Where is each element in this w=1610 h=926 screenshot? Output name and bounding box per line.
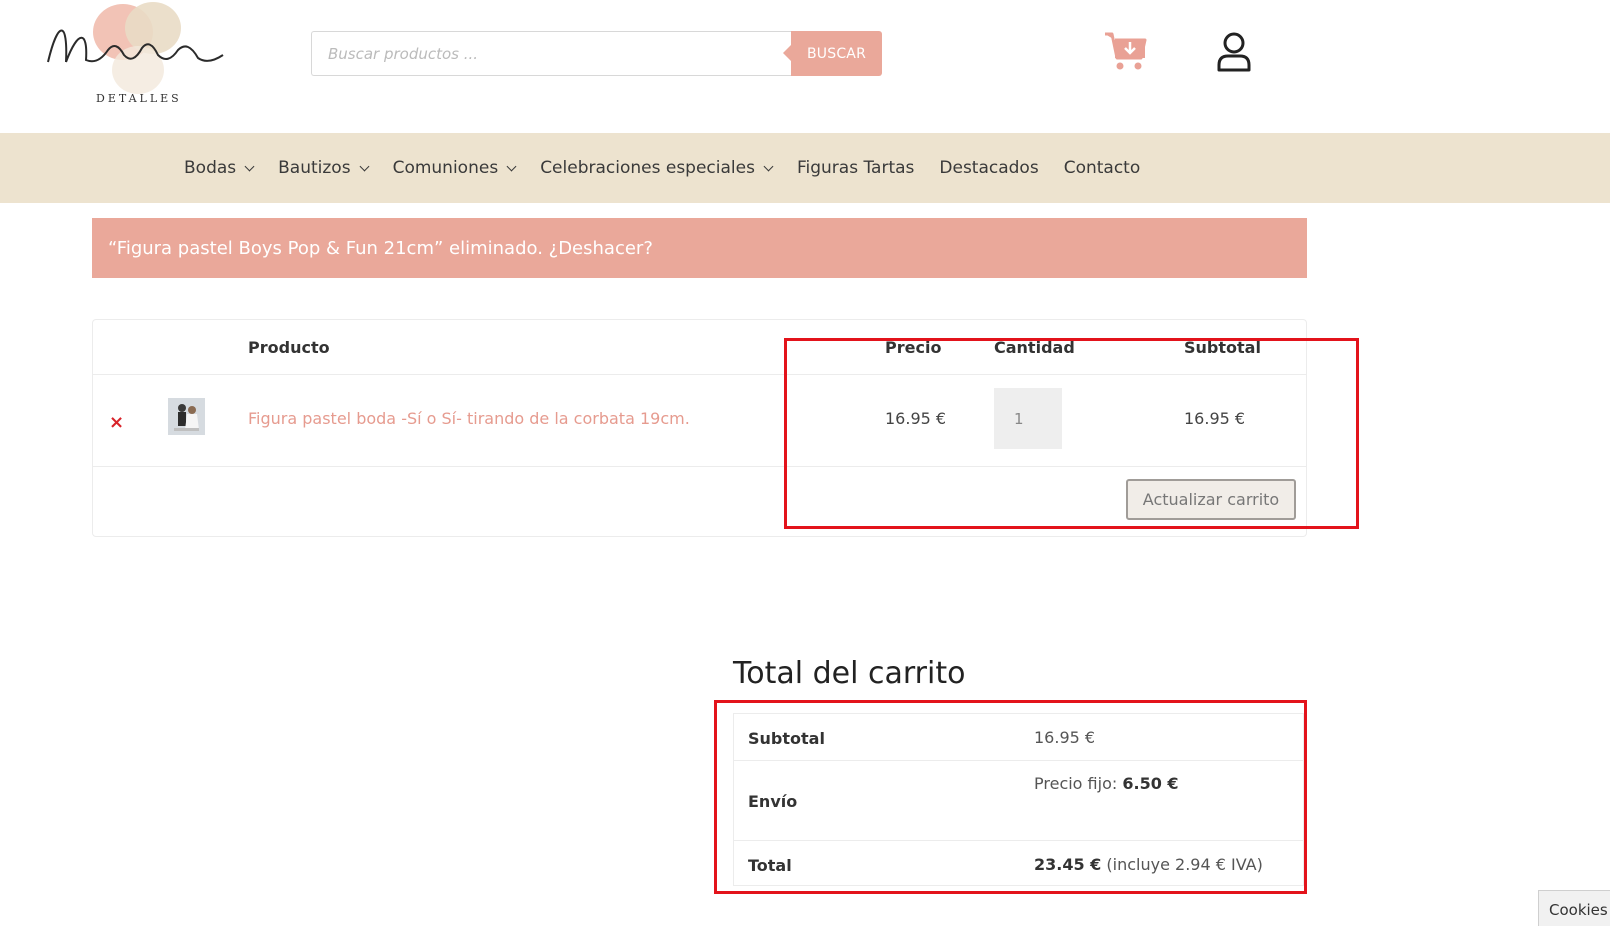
item-price: 16.95 € — [885, 409, 947, 428]
search-input[interactable] — [311, 31, 791, 76]
nav-item-label: Comuniones — [392, 158, 499, 178]
nav-items: Bodas Bautizos Comuniones Celebraciones esp… — [184, 133, 1165, 203]
main-nav: Bodas Bautizos Comuniones Celebraciones esp… — [0, 133, 1610, 203]
product-thumbnail[interactable] — [168, 398, 205, 435]
item-subtotal: 16.95 € — [1184, 409, 1246, 428]
total-value: 23.45 € (incluye 2.94 € IVA) — [1034, 855, 1263, 874]
nav-item-label: Figuras Tartas — [796, 158, 915, 178]
search-button[interactable]: BUSCAR — [783, 31, 882, 76]
nav-item-label: Celebraciones especiales — [540, 158, 755, 178]
removed-item-notice: “Figura pastel Boys Pop & Fun 21cm” elim… — [92, 218, 1307, 278]
chevron-down-icon — [763, 161, 774, 171]
nav-item-label: Destacados — [939, 158, 1039, 178]
nav-item-bautizos[interactable]: Bautizos — [278, 158, 370, 178]
header-product: Producto — [248, 338, 330, 357]
nav-item-figuras-tartas[interactable]: Figuras Tartas — [797, 158, 914, 178]
totals-row-shipping: Envío Precio fijo: 6.50 € — [734, 761, 1303, 841]
nav-item-comuniones[interactable]: Comuniones — [392, 158, 517, 178]
shipping-amount: 6.50 € — [1122, 774, 1179, 793]
product-name-link[interactable]: Figura pastel boda -Sí o Sí- tirando de … — [248, 409, 690, 428]
chevron-down-icon — [244, 161, 255, 171]
cookies-button[interactable]: Cookies — [1538, 890, 1610, 926]
logo-tagline: DETALLES — [96, 92, 182, 105]
row-divider — [93, 374, 1306, 375]
search-bar: BUSCAR — [311, 31, 882, 76]
total-amount: 23.45 € — [1034, 855, 1102, 874]
nav-item-destacados[interactable]: Destacados — [939, 158, 1038, 178]
shipping-label: Envío — [748, 792, 798, 811]
nav-item-label: Bautizos — [278, 158, 351, 178]
shipping-prefix: Precio fijo: — [1034, 774, 1118, 793]
chevron-down-icon — [506, 161, 517, 171]
cart-totals-table: Subtotal 16.95 € Envío Precio fijo: 6.50… — [733, 713, 1304, 886]
subtotal-value: 16.95 € — [1034, 728, 1096, 747]
subtotal-label: Subtotal — [748, 729, 825, 748]
header-quantity: Cantidad — [994, 338, 1075, 357]
total-label: Total — [748, 856, 792, 875]
shipping-value: Precio fijo: 6.50 € — [1034, 774, 1179, 793]
cart-download-icon[interactable] — [1103, 30, 1147, 72]
notice-text[interactable]: “Figura pastel Boys Pop & Fun 21cm” elim… — [108, 238, 653, 259]
chevron-down-icon — [359, 161, 370, 171]
header-price: Precio — [885, 338, 942, 357]
totals-row-total: Total 23.45 € (incluye 2.94 € IVA) — [734, 841, 1303, 887]
totals-row-subtotal: Subtotal 16.95 € — [734, 714, 1303, 761]
quantity-input[interactable] — [994, 388, 1062, 449]
header-subtotal: Subtotal — [1184, 338, 1261, 357]
nav-item-label: Contacto — [1063, 158, 1141, 178]
nav-item-bodas[interactable]: Bodas — [184, 158, 255, 178]
user-icon[interactable] — [1216, 32, 1252, 72]
cart-totals-title: Total del carrito — [733, 656, 966, 691]
update-cart-button[interactable]: Actualizar carrito — [1126, 479, 1296, 520]
row-divider — [93, 466, 1306, 467]
nav-item-contacto[interactable]: Contacto — [1064, 158, 1141, 178]
cart-table: Producto Precio Cantidad Subtotal × Figu… — [92, 319, 1307, 537]
remove-item-button[interactable]: × — [109, 412, 124, 433]
nav-item-label: Bodas — [184, 158, 237, 178]
site-logo[interactable]: DETALLES — [38, 0, 238, 115]
nav-item-celebraciones-especiales[interactable]: Celebraciones especiales — [540, 158, 774, 178]
total-tax-note: (incluye 2.94 € IVA) — [1106, 855, 1263, 874]
